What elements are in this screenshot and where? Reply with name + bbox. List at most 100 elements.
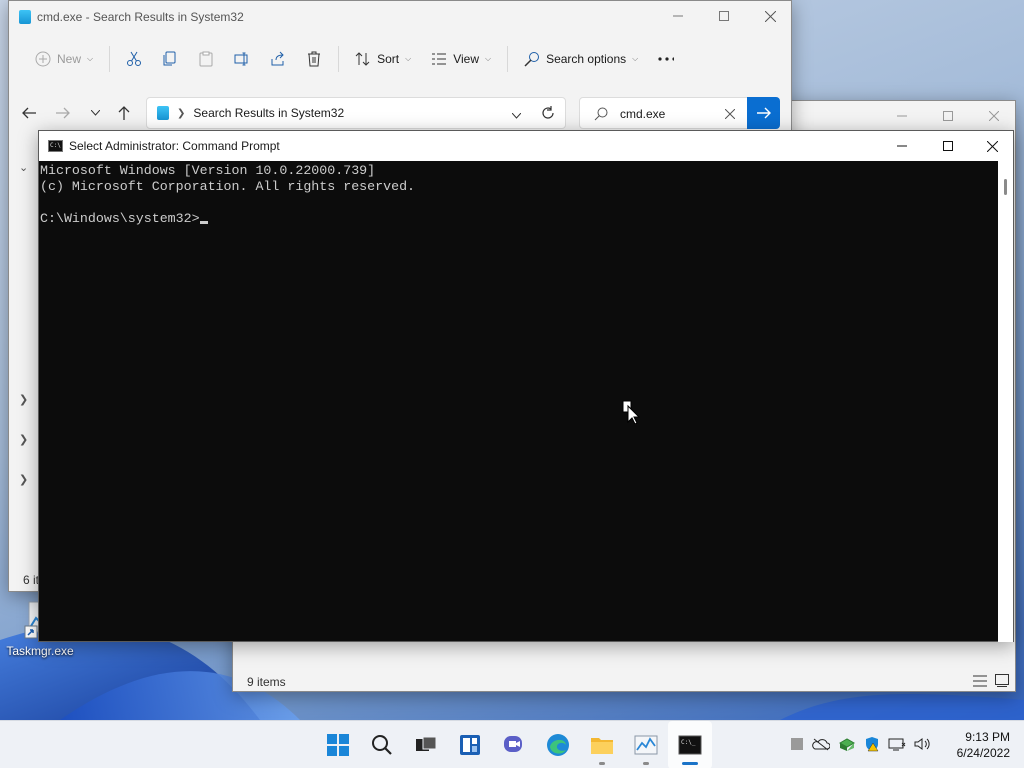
recent-locations-button[interactable]	[83, 101, 107, 125]
window-title: Select Administrator: Command Prompt	[69, 139, 280, 153]
address-bar[interactable]: ❯ Search Results in System32	[146, 97, 566, 129]
toolbar-divider	[338, 46, 340, 72]
console-output[interactable]: Microsoft Windows [Version 10.0.22000.73…	[39, 161, 1000, 642]
tiles-view-icon[interactable]	[995, 674, 1009, 690]
sort-button-label: Sort	[377, 52, 400, 66]
arrow-right-icon	[56, 107, 70, 119]
command-bar: New ⌵ Sort ⌵ View ⌵ Search options ⌵	[9, 37, 791, 81]
clock[interactable]: 9:13 PM 6/24/2022	[957, 729, 1010, 761]
chevron-right-icon[interactable]: ❯	[19, 433, 28, 446]
forward-button[interactable]	[51, 101, 75, 125]
new-button[interactable]: New ⌵	[25, 43, 103, 75]
chevron-down-icon[interactable]	[511, 108, 522, 122]
mouse-pointer-icon	[622, 400, 641, 427]
network-app-icon[interactable]	[838, 737, 856, 754]
taskbar-search-button[interactable]	[360, 721, 404, 768]
task-view-button[interactable]	[404, 721, 448, 768]
paste-button[interactable]	[188, 43, 224, 75]
desktop-icon-label: Taskmgr.exe	[6, 644, 74, 658]
copy-button[interactable]	[152, 43, 188, 75]
network-icon[interactable]	[888, 737, 906, 754]
volume-icon[interactable]	[914, 737, 932, 754]
chevron-down-icon: ⌵	[484, 54, 492, 63]
security-warning-icon[interactable]	[864, 736, 880, 755]
clock-date: 6/24/2022	[956, 746, 1010, 760]
back-button[interactable]	[17, 101, 41, 125]
taskbar-apps: C:\_	[316, 721, 712, 768]
running-indicator	[682, 762, 698, 765]
rename-button[interactable]	[224, 43, 260, 75]
task-manager-icon	[634, 735, 658, 755]
text-cursor	[199, 221, 208, 224]
view-button-label: View	[453, 52, 479, 66]
search-options-label: Search options	[546, 52, 627, 66]
console-prompt: C:\Windows\system32>	[40, 211, 200, 226]
running-indicator	[643, 762, 649, 765]
command-prompt-window[interactable]: C:\ Select Administrator: Command Prompt…	[38, 130, 1014, 642]
file-explorer-button[interactable]	[580, 721, 624, 768]
new-button-label: New	[57, 52, 82, 66]
close-button[interactable]	[747, 1, 793, 31]
navigation-pane: ⌄ ❯ ❯ ❯	[9, 141, 41, 593]
chevron-right-icon[interactable]: ❯	[19, 393, 28, 406]
widgets-button[interactable]	[448, 721, 492, 768]
minimize-button[interactable]	[879, 101, 925, 131]
sort-button[interactable]: Sort ⌵	[345, 43, 421, 75]
view-button[interactable]: View ⌵	[421, 43, 501, 75]
svg-text:C:\_: C:\_	[681, 739, 696, 746]
task-manager-button[interactable]	[624, 721, 668, 768]
console-line: (c) Microsoft Corporation. All rights re…	[40, 179, 416, 194]
address-bar-row: ❯ Search Results in System32 cmd.exe	[9, 93, 791, 133]
chevron-down-icon[interactable]: ⌄	[19, 161, 28, 174]
window-title: cmd.exe - Search Results in System32	[37, 10, 244, 24]
share-button[interactable]	[260, 43, 296, 75]
copy-icon	[162, 51, 178, 67]
search-value: cmd.exe	[620, 107, 666, 121]
clear-search-icon[interactable]	[724, 108, 736, 122]
command-prompt-icon: C:\	[48, 140, 63, 152]
cut-button[interactable]	[116, 43, 152, 75]
rename-icon	[234, 51, 250, 67]
search-options-button[interactable]: Search options ⌵	[514, 43, 648, 75]
trash-icon	[306, 51, 322, 67]
scrollbar-thumb[interactable]	[1004, 179, 1007, 195]
minimize-button[interactable]	[879, 131, 925, 161]
arrow-left-icon	[22, 107, 36, 119]
search-results-icon	[157, 106, 169, 120]
maximize-button[interactable]	[925, 101, 971, 131]
maximize-button[interactable]	[701, 1, 747, 31]
vertical-scrollbar[interactable]	[998, 161, 1013, 642]
maximize-button[interactable]	[925, 131, 971, 161]
start-button[interactable]	[316, 721, 360, 768]
up-button[interactable]	[112, 101, 136, 125]
file-explorer-icon	[591, 738, 613, 754]
widgets-icon	[460, 735, 480, 755]
minimize-button[interactable]	[655, 1, 701, 31]
chevron-down-icon	[90, 110, 100, 116]
more-options-button[interactable]	[648, 43, 684, 75]
search-go-button[interactable]	[747, 97, 780, 129]
edge-button[interactable]	[536, 721, 580, 768]
chat-button[interactable]	[492, 721, 536, 768]
chevron-down-icon: ⌵	[632, 54, 639, 63]
share-icon	[270, 51, 286, 67]
delete-button[interactable]	[296, 43, 332, 75]
command-prompt-icon: C:\_	[678, 735, 702, 755]
status-item-count: 9 items	[247, 675, 286, 689]
details-view-icon[interactable]	[973, 675, 987, 690]
chevron-right-icon[interactable]: ❯	[19, 473, 28, 486]
command-prompt-button[interactable]: C:\_	[668, 721, 712, 768]
chevron-down-icon: ⌵	[405, 54, 412, 63]
close-button[interactable]	[971, 101, 1017, 131]
title-bar[interactable]: C:\ Select Administrator: Command Prompt	[39, 131, 1013, 161]
toolbar-divider	[109, 46, 111, 72]
close-button[interactable]	[969, 131, 1015, 161]
refresh-icon[interactable]	[541, 106, 555, 123]
scissors-icon	[126, 51, 142, 67]
title-bar[interactable]: cmd.exe - Search Results in System32	[9, 1, 791, 33]
toolbar-divider	[507, 46, 509, 72]
tray-app-icon[interactable]	[790, 737, 804, 754]
task-view-icon	[416, 736, 437, 751]
onedrive-offline-icon[interactable]	[812, 737, 831, 754]
